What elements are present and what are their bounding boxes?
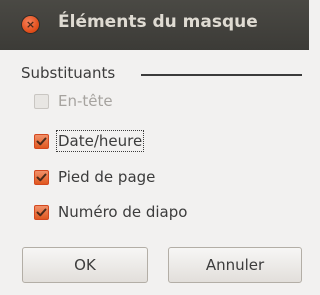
checkbox-header: En-tête [34,90,113,112]
group-separator [141,74,302,76]
checkbox-footer[interactable]: Pied de page [34,166,155,188]
close-icon: × [25,18,36,31]
window-title: Éléments du masque [58,12,258,32]
close-button[interactable]: × [22,16,39,33]
ok-button[interactable]: OK [22,247,148,283]
window-titlebar: × Éléments du masque [0,0,309,50]
checkbox-slide-number-label[interactable]: Numéro de diapo [58,203,187,221]
checkbox-date-time-box[interactable] [34,133,49,149]
checkbox-slide-number[interactable]: Numéro de diapo [34,201,187,223]
cancel-button[interactable]: Annuler [168,247,302,283]
checkbox-header-box [34,93,49,109]
checkbox-footer-box[interactable] [34,169,49,185]
checkmark-icon [36,137,47,145]
checkmark-icon [36,173,47,181]
checkbox-date-time[interactable]: Date/heure [34,130,145,152]
checkmark-icon [36,208,47,216]
checkbox-footer-label[interactable]: Pied de page [58,168,155,186]
checkbox-header-label: En-tête [58,92,113,110]
checkbox-slide-number-box[interactable] [34,204,49,220]
group-label: Substituants [21,64,116,82]
checkbox-date-time-label[interactable]: Date/heure [55,130,145,152]
